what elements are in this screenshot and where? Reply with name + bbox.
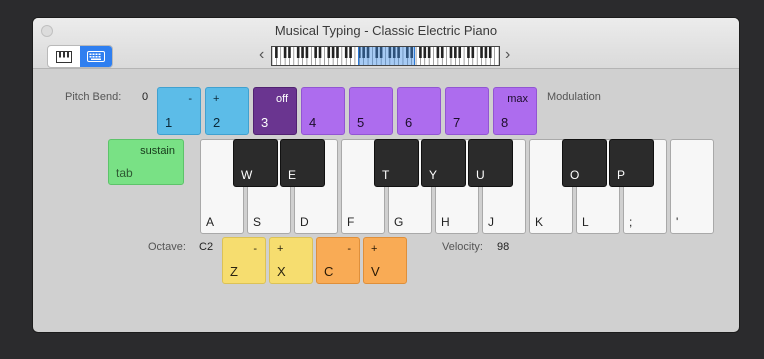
keyboard-range-overview[interactable]	[271, 46, 500, 66]
keyboard-view-button[interactable]	[80, 46, 112, 67]
key-label: '	[676, 215, 679, 229]
key-label: V	[371, 264, 380, 279]
keyboard-icon	[87, 51, 105, 62]
key-label: Y	[429, 168, 438, 182]
key-tag: -	[253, 243, 257, 255]
key-label: Z	[230, 264, 238, 279]
key-1-pitch-down[interactable]: - 1	[157, 87, 201, 135]
key-label: 3	[261, 115, 269, 130]
key-label: 8	[501, 115, 509, 130]
key-label: C	[324, 264, 334, 279]
view-toggle	[47, 45, 113, 68]
title-bar: Musical Typing - Classic Electric Piano	[33, 18, 739, 69]
key-label: 4	[309, 115, 317, 130]
key-6-mod[interactable]: 6	[397, 87, 441, 135]
black-key-y[interactable]: Y	[421, 139, 466, 187]
black-key-p[interactable]: P	[609, 139, 654, 187]
pitch-bend-label: Pitch Bend:	[65, 91, 122, 103]
key-tag: -	[347, 243, 351, 255]
key-tag: +	[277, 243, 284, 255]
key-label: X	[277, 264, 286, 279]
key-label: A	[206, 215, 215, 229]
key-3-mod-off[interactable]: off 3	[253, 87, 297, 135]
key-label: W	[241, 168, 253, 182]
key-label: K	[535, 215, 544, 229]
key-7-mod[interactable]: 7	[445, 87, 489, 135]
octave-label: Octave:	[148, 241, 186, 253]
key-c-velocity-down[interactable]: - C	[316, 237, 360, 284]
key-label: 5	[357, 115, 365, 130]
key-label: tab	[116, 166, 133, 180]
black-key-e[interactable]: E	[280, 139, 325, 187]
key-label: G	[394, 215, 404, 229]
window-title: Musical Typing - Classic Electric Piano	[274, 23, 498, 38]
velocity-value: 98	[497, 241, 510, 253]
key-label: 2	[213, 115, 221, 130]
modulation-label: Modulation	[547, 91, 601, 103]
next-octave-arrow[interactable]: ›	[505, 45, 510, 65]
key-label: T	[382, 168, 390, 182]
white-key-quote[interactable]: '	[670, 139, 714, 234]
key-8-mod-max[interactable]: max 8	[493, 87, 537, 135]
key-tag: +	[371, 243, 378, 255]
sustain-tab-key[interactable]: sustain tab	[108, 139, 184, 185]
key-label: O	[570, 168, 580, 182]
key-z-octave-down[interactable]: - Z	[222, 237, 266, 284]
key-label: 1	[165, 115, 173, 130]
octave-value: C2	[199, 241, 214, 253]
velocity-label: Velocity:	[442, 241, 483, 253]
black-key-t[interactable]: T	[374, 139, 419, 187]
visible-range-selector[interactable]	[358, 47, 415, 65]
key-5-mod[interactable]: 5	[349, 87, 393, 135]
key-label: 7	[453, 115, 461, 130]
key-label: ;	[629, 215, 633, 229]
key-label: L	[582, 215, 589, 229]
key-tag: off	[275, 93, 288, 105]
musical-typing-window: Musical Typing - Classic Electric Piano	[33, 18, 739, 332]
black-key-w[interactable]: W	[233, 139, 278, 187]
black-key-u[interactable]: U	[468, 139, 513, 187]
pitch-bend-value: 0	[142, 91, 149, 103]
key-x-octave-up[interactable]: + X	[269, 237, 313, 284]
piano-keys-icon	[56, 50, 72, 63]
key-label: H	[441, 215, 450, 229]
piano-view-button[interactable]	[48, 46, 80, 67]
black-key-o[interactable]: O	[562, 139, 607, 187]
key-tag: -	[188, 93, 192, 105]
key-4-mod[interactable]: 4	[301, 87, 345, 135]
key-label: E	[288, 168, 297, 182]
key-2-pitch-up[interactable]: + 2	[205, 87, 249, 135]
key-label: F	[347, 215, 355, 229]
key-label: D	[300, 215, 309, 229]
key-label: U	[476, 168, 485, 182]
key-label: J	[488, 215, 494, 229]
key-label: S	[253, 215, 262, 229]
prev-octave-arrow[interactable]: ‹	[259, 45, 264, 65]
key-label: P	[617, 168, 626, 182]
key-label: 6	[405, 115, 413, 130]
key-v-velocity-up[interactable]: + V	[363, 237, 407, 284]
key-tag: sustain	[140, 145, 175, 157]
key-tag: +	[213, 93, 220, 105]
key-tag: max	[507, 93, 528, 105]
